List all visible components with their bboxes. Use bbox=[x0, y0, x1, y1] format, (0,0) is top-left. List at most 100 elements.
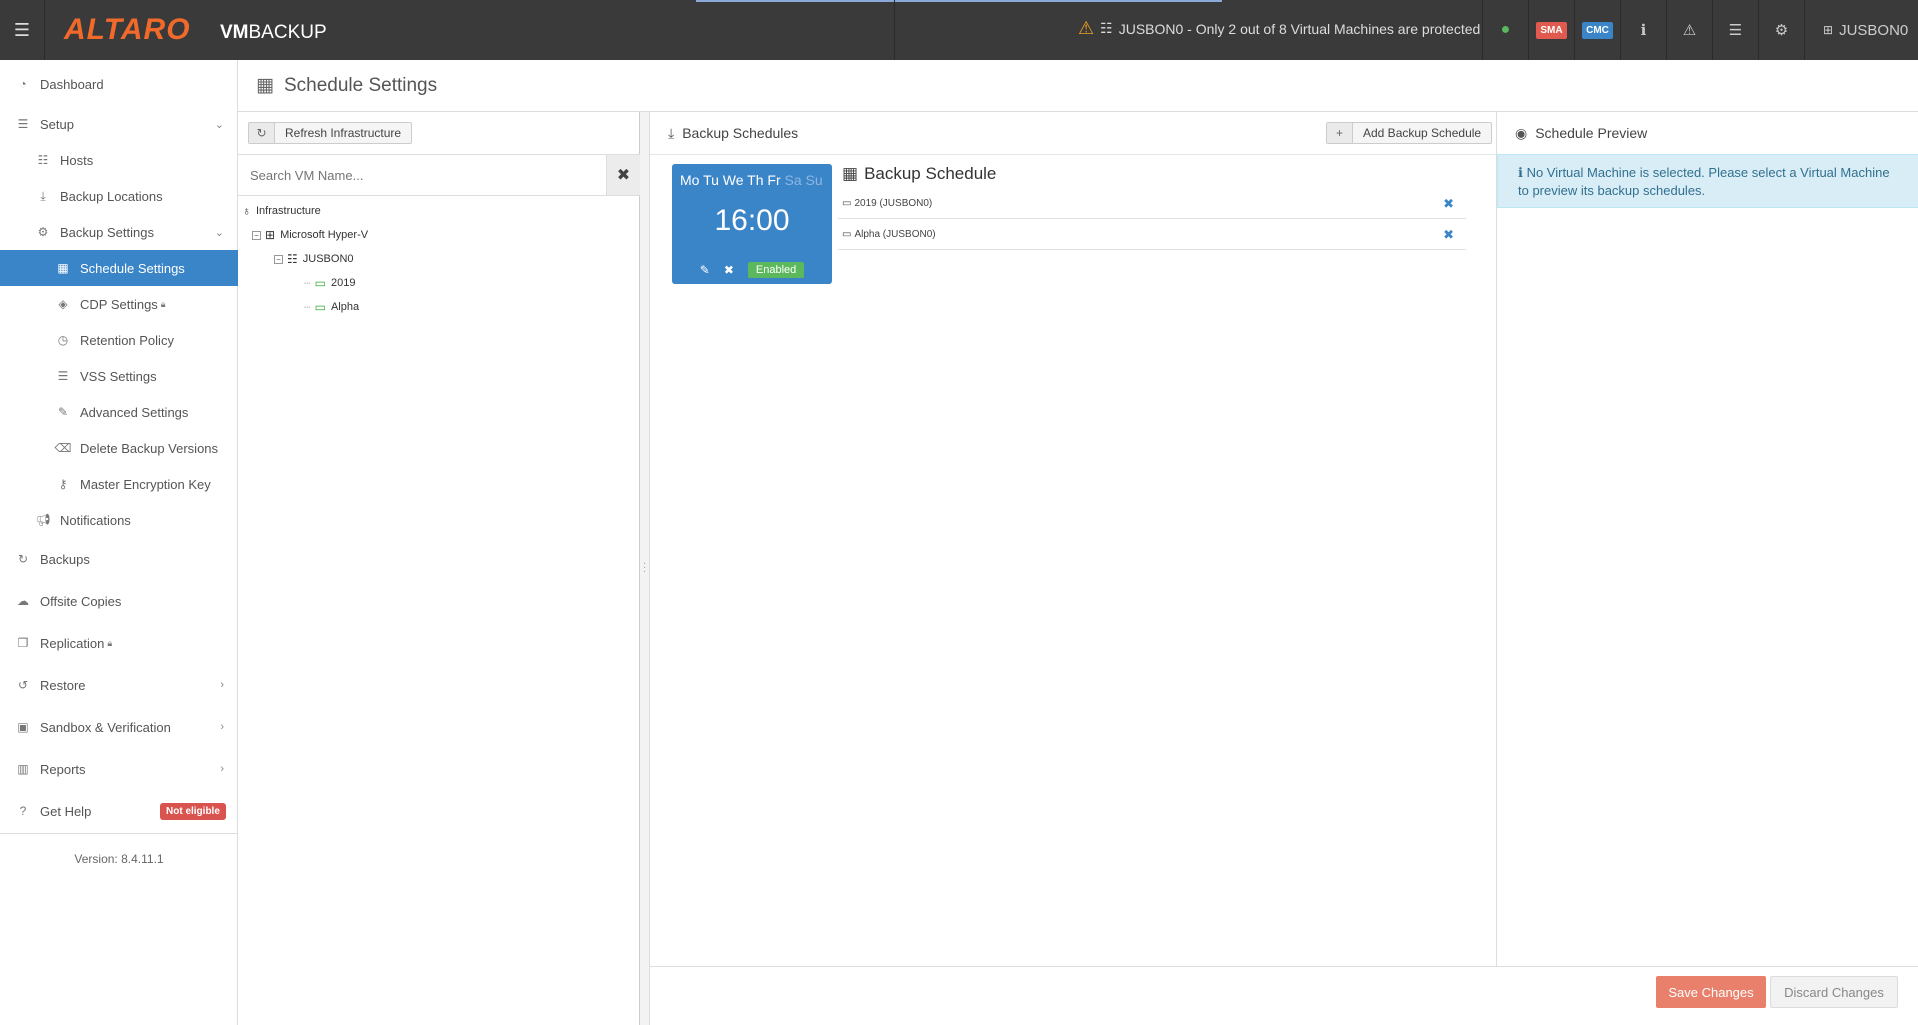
question-icon: ? bbox=[19, 804, 27, 818]
inactive-days: Sa Su bbox=[784, 172, 823, 188]
page-title: Schedule Settings bbox=[283, 74, 438, 96]
sidebar-item-get-help[interactable]: ? Get Help Not eligible bbox=[0, 793, 238, 829]
gears-icon[interactable]: ⚙ bbox=[1758, 0, 1804, 60]
sidebar-item-hosts[interactable]: ☷ Hosts bbox=[0, 142, 238, 178]
sidebar-item-backup-settings[interactable]: ⚙ Backup Settings ⌄ bbox=[0, 214, 238, 250]
sidebar-item-delete-backup-versions[interactable]: ⌫ Delete Backup Versions bbox=[0, 430, 238, 466]
sidebar-item-backup-locations[interactable]: ⤓ Backup Locations bbox=[0, 178, 238, 214]
infrastructure-pane: ↻ Refresh Infrastructure ✖ ♁ Infrastructu… bbox=[238, 112, 640, 1025]
product-backup: BACKUP bbox=[248, 22, 327, 43]
sidebar-item-replication[interactable]: ❐ Replication 🔒︎ bbox=[0, 625, 238, 661]
sma-badge: SMA bbox=[1536, 21, 1567, 39]
collapse-icon[interactable]: − bbox=[252, 230, 261, 240]
sma-button[interactable]: SMA bbox=[1528, 0, 1574, 60]
tree-node-vm-alpha[interactable]: ┄ ▭ Alpha bbox=[304, 300, 359, 314]
tree-node-infrastructure[interactable]: ♁ Infrastructure bbox=[242, 204, 321, 218]
sidebar-item-reports[interactable]: ▥ Reports › bbox=[0, 751, 238, 787]
tree-label: Infrastructure bbox=[256, 205, 321, 217]
cmc-badge: CMC bbox=[1582, 21, 1613, 39]
wrench-icon: ✎ bbox=[57, 405, 69, 419]
dashboard-icon: ◔ bbox=[19, 77, 27, 91]
status-badge[interactable]: Enabled bbox=[747, 262, 805, 278]
sidebar-item-master-encryption-key[interactable]: ⚷ Master Encryption Key bbox=[0, 466, 238, 502]
page-title-bar: ▦ Schedule Settings bbox=[238, 60, 1918, 112]
clear-search-icon[interactable]: ✖ bbox=[606, 155, 640, 195]
delete-icon[interactable]: ✖ bbox=[724, 263, 734, 277]
cmc-button[interactable]: CMC bbox=[1574, 0, 1620, 60]
sidebar-item-label: Backup Locations bbox=[60, 188, 163, 204]
vm-search-input[interactable] bbox=[238, 155, 606, 195]
sidebar-item-label: Offsite Copies bbox=[40, 593, 122, 609]
sidebar-item-label: Schedule Settings bbox=[80, 260, 185, 276]
sidebar-item-setup[interactable]: ☰ Setup ⌄ bbox=[0, 106, 238, 142]
top-bar: ☰ ALTARO VMBACKUP ⚠ ☷ JUSBON0 - Only 2 o… bbox=[0, 0, 1918, 60]
user-name: JUSBON0 bbox=[1839, 21, 1909, 39]
chat-icon[interactable]: ● bbox=[1482, 0, 1528, 60]
info-icon[interactable]: ℹ bbox=[1620, 0, 1666, 60]
tree-node-hyperv[interactable]: − ⊞ Microsoft Hyper-V bbox=[252, 228, 368, 242]
sidebar-item-label: Notifications bbox=[60, 512, 131, 528]
sidebar-item-notifications[interactable]: 📢︎ Notifications bbox=[0, 502, 238, 538]
alert-triangle-icon[interactable]: ⚠ bbox=[1666, 0, 1712, 60]
sidebar-item-dashboard[interactable]: ◔ Dashboard bbox=[0, 66, 238, 102]
sidebar-item-advanced-settings[interactable]: ✎ Advanced Settings bbox=[0, 394, 238, 430]
add-backup-schedule-button[interactable]: + Add Backup Schedule bbox=[1326, 122, 1493, 144]
download-icon: ⤓ bbox=[40, 188, 46, 203]
refresh-icon: ↻ bbox=[249, 123, 275, 143]
protection-alert[interactable]: ⚠ ☷ JUSBON0 - Only 2 out of 8 Virtual Ma… bbox=[1078, 18, 1480, 39]
warning-icon: ⚠ bbox=[1078, 18, 1095, 38]
user-menu[interactable]: ⊞ JUSBON0 bbox=[1804, 0, 1918, 60]
sidebar-item-offsite-copies[interactable]: ☁ Offsite Copies bbox=[0, 583, 238, 619]
tree-label: Alpha bbox=[330, 301, 360, 313]
sidebar-item-sandbox[interactable]: ▣ Sandbox & Verification › bbox=[0, 709, 238, 745]
list-icon: ☰ bbox=[57, 369, 69, 383]
schedule-preview-header: ◉ Schedule Preview bbox=[1497, 112, 1647, 154]
sidebar-item-cdp-settings[interactable]: ◈ CDP Settings 🔒︎ bbox=[0, 286, 238, 322]
monitor-icon: ▭ bbox=[842, 229, 852, 240]
sidebar-item-label: Backup Settings bbox=[60, 224, 154, 240]
tree-node-vm-2019[interactable]: ┄ ▭ 2019 bbox=[304, 276, 355, 290]
schedule-days: Mo Tu We Th Fr Sa Su bbox=[680, 172, 823, 188]
server-icon[interactable]: ☰ bbox=[1712, 0, 1758, 60]
pane-splitter[interactable]: · · · bbox=[640, 112, 650, 1025]
sidebar-item-retention-policy[interactable]: ◷ Retention Policy bbox=[0, 322, 238, 358]
remove-vm-icon[interactable]: ✖ bbox=[1443, 196, 1454, 212]
schedule-vm-row: ▭ 2019 (JUSBON0) ✖ bbox=[838, 189, 1466, 219]
windows-icon: ⊞ bbox=[1823, 23, 1834, 37]
schedule-card[interactable]: Mo Tu We Th Fr Sa Su 16:00 ✎ ✖ Enabled bbox=[672, 164, 832, 284]
product-vm: VM bbox=[220, 22, 249, 43]
schedule-title: ▦ Backup Schedule bbox=[842, 164, 996, 184]
button-label: Refresh Infrastructure bbox=[285, 126, 402, 140]
sidebar-item-vss-settings[interactable]: ☰ VSS Settings bbox=[0, 358, 238, 394]
shield-icon: ◈ bbox=[58, 297, 68, 311]
sidebar-item-label: Advanced Settings bbox=[80, 404, 189, 420]
clock-icon: ◷ bbox=[57, 333, 69, 347]
sidebar-item-label: VSS Settings bbox=[80, 368, 157, 384]
refresh-icon: ↻ bbox=[17, 552, 29, 566]
sidebar-item-restore[interactable]: ↺ Restore › bbox=[0, 667, 238, 703]
discard-changes-button[interactable]: Discard Changes bbox=[1770, 976, 1898, 1008]
refresh-infrastructure-button[interactable]: ↻ Refresh Infrastructure bbox=[248, 122, 413, 144]
chevron-right-icon: › bbox=[220, 721, 224, 733]
pane-title: Backup Schedules bbox=[682, 125, 799, 141]
sidebar-item-label: CDP Settings bbox=[80, 296, 158, 312]
undo-icon: ↺ bbox=[17, 678, 29, 692]
tree-node-host[interactable]: − ☷ JUSBON0 bbox=[274, 252, 354, 266]
remove-vm-icon[interactable]: ✖ bbox=[1443, 227, 1454, 243]
lock-icon: 🔒︎ bbox=[107, 637, 113, 648]
calendar-icon: ▦ bbox=[842, 164, 859, 183]
sliders-icon: ☰ bbox=[17, 117, 29, 131]
edit-icon[interactable]: ✎ bbox=[700, 263, 710, 277]
menu-toggle-icon[interactable]: ☰ bbox=[0, 0, 44, 60]
sidebar-item-schedule-settings[interactable]: ▦ Schedule Settings bbox=[0, 250, 238, 286]
save-changes-button[interactable]: Save Changes bbox=[1656, 976, 1766, 1008]
sidebar-item-label: Replication bbox=[40, 635, 105, 651]
list-icon: ☷ bbox=[1100, 20, 1113, 36]
collapse-icon[interactable]: − bbox=[274, 254, 283, 264]
brand-logo: ALTARO bbox=[64, 13, 191, 46]
sidebar-item-label: Setup bbox=[40, 116, 74, 132]
sidebar-item-backups[interactable]: ↻ Backups bbox=[0, 541, 238, 577]
schedule-title-text: Backup Schedule bbox=[864, 164, 997, 183]
list-icon: ☷ bbox=[287, 252, 298, 266]
active-days: Mo Tu We Th Fr bbox=[680, 172, 781, 188]
